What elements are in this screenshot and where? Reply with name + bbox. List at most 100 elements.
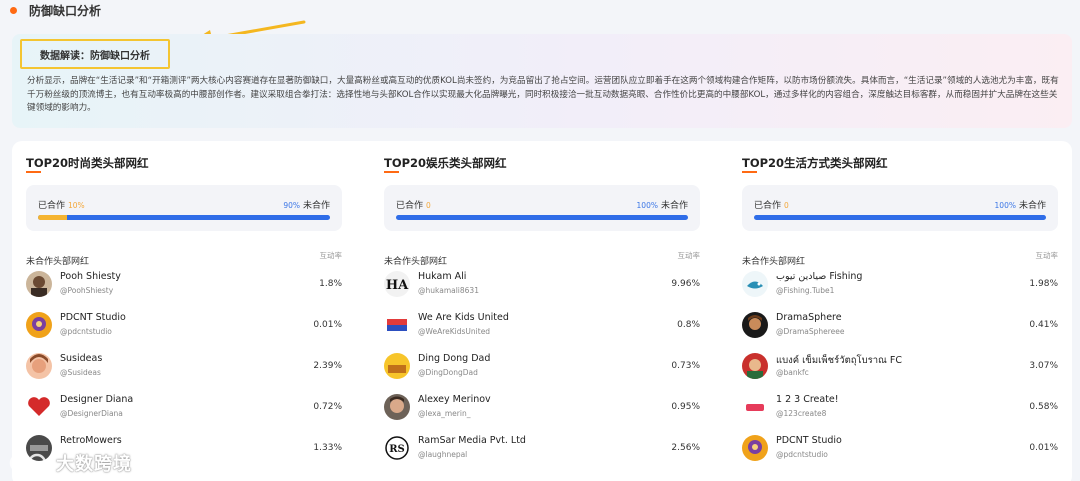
kol-row[interactable]: DramaSphere @DramaSphereee 0.41% [742,312,1058,344]
avatar [742,394,768,420]
kol-rate: 0.95% [671,402,700,412]
kol-name: DramaSphere [776,312,842,323]
cooperated-label: 已合作 10% [38,201,85,211]
kol-rate: 0.72% [313,402,342,412]
kol-rate: 0.01% [313,320,342,330]
kol-name: Hukam Ali [418,271,467,282]
list-header: 未合作头部网红 互动率 [26,249,342,268]
avatar [742,312,768,338]
kol-rate: 2.39% [313,361,342,371]
kol-handle: @hukamali8631 [418,286,479,295]
kol-name: แบงค์ เข็มเพ็ชร์วัตถุโบราณ FC [776,355,902,366]
kol-name: RetroMowers [60,435,122,446]
avatar [384,353,410,379]
kol-row[interactable]: RS RamSar Media Pvt. Ltd @laughnepal 2.5… [384,435,700,467]
uncooperated-pct: 90% [283,201,300,210]
title-underline [26,171,41,173]
cooperated-pct: 0 [784,201,789,210]
avatar: RS [384,435,410,461]
kol-handle: @DramaSphereee [776,327,845,336]
svg-text:HA: HA [386,278,409,293]
title-underline [742,171,757,173]
cooperated-pct: 10% [68,201,85,210]
column-title: TOP20娱乐类头部网红 [384,156,507,170]
kol-handle: @laughnepal [418,450,468,459]
avatar [742,435,768,461]
kol-rate: 1.33% [313,443,342,453]
kol-handle: @Susideas [60,368,101,377]
avatar [26,312,52,338]
kol-name: RamSar Media Pvt. Ltd [418,435,526,446]
kol-handle: @PoohShiesty [60,286,114,295]
kol-rate: 0.01% [1029,443,1058,453]
kol-handle: @WeAreKidsUnited [418,327,491,336]
kol-row[interactable]: PDCNT Studio @pdcntstudio 0.01% [26,312,342,344]
list-header: 未合作头部网红 互动率 [742,249,1058,268]
kol-row[interactable]: HA Hukam Ali @hukamali8631 9.96% [384,271,700,303]
kol-rate: 0.58% [1029,402,1058,412]
kol-rate: 0.41% [1029,320,1058,330]
kol-row[interactable]: Susideas @Susideas 2.39% [26,353,342,385]
kol-name: Alexey Merinov [418,394,491,405]
kol-handle: @lexa_merin_ [418,409,471,418]
cooperated-label: 已合作 0 [396,201,431,211]
kol-handle: @pdcntstudio [60,327,112,336]
cooperated-fill [38,215,68,220]
cooperation-bar [754,215,1046,220]
kol-name: Pooh Shiesty [60,271,121,282]
kol-handle: @DingDongDad [418,368,478,377]
cooperated-label: 已合作 0 [754,201,789,211]
kol-name: Designer Diana [60,394,134,405]
kol-handle: @DesignerDiana [60,409,123,418]
cooperation-box: 已合作 0 100% 未合作 [384,185,700,231]
section-title: 防御缺口分析 [29,3,102,18]
kol-row[interactable]: صيادين تيوب Fishing @Fishing.Tube1 1.98% [742,271,1058,303]
kol-row[interactable]: 1 2 3 Create! @123create8 0.58% [742,394,1058,426]
watermark: 大数跨境 [8,450,132,476]
summary-box: 数据解读：防御缺口分析 分析显示，品牌在“生活记录”和“开箱测评”两大核心内容赛… [12,34,1072,128]
avatar [26,271,52,297]
rate-label: 互动率 [1035,251,1059,260]
kol-row[interactable]: Ding Dong Dad @DingDongDad 0.73% [384,353,700,385]
avatar [742,271,768,297]
list-label: 未合作头部网红 [742,257,806,267]
kol-row[interactable]: Pooh Shiesty @PoohShiesty 1.8% [26,271,342,303]
uncooperated-label: 100% 未合作 [994,201,1046,211]
kol-name: 1 2 3 Create! [776,394,839,405]
kol-rate: 9.96% [671,279,700,289]
column-title: TOP20生活方式类头部网红 [742,156,888,170]
list-header: 未合作头部网红 互动率 [384,249,700,268]
kol-row[interactable]: Designer Diana @DesignerDiana 0.72% [26,394,342,426]
kol-rate: 3.07% [1029,361,1058,371]
kol-name: PDCNT Studio [60,312,126,323]
kol-row[interactable]: We Are Kids United @WeAreKidsUnited 0.8% [384,312,700,344]
cooperation-box: 已合作 10% 90% 未合作 [26,185,342,231]
avatar [384,312,410,338]
column-entertainment: TOP20娱乐类头部网红 已合作 0 100% 未合作 未合作头部网红 互动率 HA… [384,141,724,481]
kol-panel: TOP20时尚类头部网红 已合作 10% 90% 未合作 未合作头部网红 互动率 P… [12,141,1072,481]
kol-row[interactable]: แบงค์ เข็มเพ็ชร์วัตถุโบราณ FC @bankfc 3.… [742,353,1058,385]
kol-row[interactable]: PDCNT Studio @pdcntstudio 0.01% [742,435,1058,467]
kol-rate: 0.73% [671,361,700,371]
svg-text:RS: RS [389,444,405,455]
avatar [384,394,410,420]
uncooperated-pct: 100% [636,201,658,210]
kol-rate: 1.98% [1029,279,1058,289]
avatar [26,353,52,379]
kol-rate: 0.8% [677,320,700,330]
cooperation-box: 已合作 0 100% 未合作 [742,185,1058,231]
column-fashion: TOP20时尚类头部网红 已合作 10% 90% 未合作 未合作头部网红 互动率 P… [26,141,366,481]
rate-label: 互动率 [319,251,343,260]
list-label: 未合作头部网红 [26,257,90,267]
kol-name: صيادين تيوب Fishing [776,271,863,282]
list-label: 未合作头部网红 [384,257,448,267]
uncooperated-label: 100% 未合作 [636,201,688,211]
avatar: HA [384,271,410,297]
column-lifestyle: TOP20生活方式类头部网红 已合作 0 100% 未合作 未合作头部网红 互动率 … [742,141,1080,481]
watermark-logo-icon [9,453,47,473]
kol-handle: @Fishing.Tube1 [776,286,835,295]
title-underline [384,171,399,173]
kol-rate: 2.56% [671,443,700,453]
kol-name: We Are Kids United [418,312,509,323]
kol-row[interactable]: Alexey Merinov @lexa_merin_ 0.95% [384,394,700,426]
